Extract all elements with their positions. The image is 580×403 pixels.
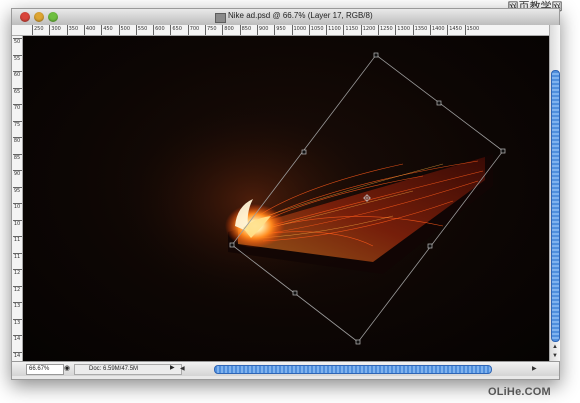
horizontal-scrollbar[interactable]: ◀ ▶ bbox=[180, 364, 544, 374]
ruler-tick-label: 850 bbox=[239, 25, 252, 35]
ruler-tick-label: 65 bbox=[13, 87, 22, 95]
ruler-tick-label: 11 bbox=[13, 252, 22, 260]
scroll-down-arrow-icon[interactable]: ▼ bbox=[551, 352, 559, 360]
ruler-tick-label: 75 bbox=[13, 120, 22, 128]
close-button[interactable] bbox=[20, 12, 30, 22]
status-bar: 66.67% ◉ Doc: 6.59M/47.5M ▶ ◀ ▶ bbox=[12, 361, 559, 376]
canvas-artwork bbox=[123, 52, 506, 345]
ruler-tick-label: 1100 bbox=[326, 25, 341, 35]
ruler-tick-label: 14 bbox=[13, 335, 22, 342]
ruler-tick-label: 1200 bbox=[360, 25, 376, 35]
ruler-tick-label: 1250 bbox=[378, 25, 393, 35]
ruler-tick-label: 13 bbox=[13, 302, 22, 309]
vertical-ruler[interactable]: 50 55 60 65 70 75 80 85 90 95 10 10 11 11 12 12 13 13 14 14 bbox=[12, 36, 23, 361]
document-canvas[interactable] bbox=[23, 36, 549, 361]
ruler-tick-label: 1500 bbox=[464, 25, 480, 35]
ruler-tick-label: 450 bbox=[101, 25, 113, 35]
ruler-tick-label: 85 bbox=[13, 153, 22, 161]
document-size-info[interactable]: Doc: 6.59M/47.5M bbox=[74, 364, 182, 375]
scroll-up-arrow-icon[interactable]: ▲ bbox=[551, 343, 559, 351]
ruler-tick-label: 1350 bbox=[412, 25, 428, 35]
ruler-tick-label: 11 bbox=[13, 236, 22, 243]
ruler-tick-label: 10 bbox=[13, 203, 22, 210]
ruler-tick-label: 950 bbox=[274, 25, 286, 35]
vertical-scroll-thumb[interactable] bbox=[551, 70, 560, 342]
ruler-tick-label: 400 bbox=[83, 25, 96, 35]
layer-preview-icon[interactable]: ◉ bbox=[64, 365, 70, 373]
ruler-tick-label: 1000 bbox=[291, 25, 307, 35]
ruler-tick-label: 600 bbox=[153, 25, 165, 35]
ruler-tick-label: 80 bbox=[13, 137, 22, 144]
ruler-tick-label: 14 bbox=[13, 351, 22, 359]
document-proxy-icon[interactable] bbox=[215, 13, 226, 23]
ruler-tick-label: 90 bbox=[13, 170, 22, 177]
ruler-tick-label: 12 bbox=[13, 285, 22, 293]
zoom-button[interactable] bbox=[48, 12, 58, 22]
ruler-tick-label: 1450 bbox=[447, 25, 462, 35]
ruler-tick-label: 60 bbox=[13, 71, 22, 78]
ruler-tick-label: 650 bbox=[170, 25, 182, 35]
zoom-level-field[interactable]: 66.67% bbox=[26, 364, 64, 375]
ruler-tick-label: 900 bbox=[256, 25, 269, 35]
horizontal-ruler[interactable]: 250 300 350 400 450 500 550 600 650 700 750 800 850 9… bbox=[22, 25, 549, 36]
ruler-tick-label: 250 bbox=[32, 25, 44, 35]
horizontal-scroll-thumb[interactable] bbox=[214, 365, 492, 374]
ruler-tick-label: 750 bbox=[205, 25, 217, 35]
title-bar[interactable]: Nike ad.psd @ 66.7% (Layer 17, RGB/8) bbox=[12, 9, 559, 26]
ruler-tick-label: 1300 bbox=[395, 25, 411, 35]
ruler-tick-label: 13 bbox=[13, 318, 22, 326]
ruler-tick-label: 50 bbox=[13, 38, 22, 45]
ruler-tick-label: 1050 bbox=[308, 25, 324, 35]
window-title: Nike ad.psd @ 66.7% (Layer 17, RGB/8) bbox=[228, 11, 373, 20]
ruler-tick-label: 350 bbox=[66, 25, 79, 35]
ruler-tick-label: 10 bbox=[13, 219, 22, 227]
ruler-tick-label: 12 bbox=[13, 269, 22, 276]
ruler-tick-label: 55 bbox=[13, 54, 22, 62]
ruler-tick-label: 300 bbox=[49, 25, 61, 35]
scroll-right-arrow-icon[interactable]: ▶ bbox=[532, 364, 540, 374]
ruler-tick-label: 700 bbox=[187, 25, 200, 35]
ruler-tick-label: 70 bbox=[13, 104, 22, 111]
ruler-tick-label: 500 bbox=[118, 25, 131, 35]
ruler-tick-label: 1150 bbox=[343, 25, 359, 35]
ruler-tick-label: 1400 bbox=[429, 25, 445, 35]
ruler-tick-label: 550 bbox=[135, 25, 148, 35]
ruler-tick-label: 95 bbox=[13, 186, 22, 194]
vertical-scrollbar[interactable]: ▲ ▼ bbox=[549, 25, 560, 361]
ruler-tick-label: 800 bbox=[222, 25, 234, 35]
triangle-right-icon[interactable]: ▶ bbox=[170, 364, 175, 373]
document-window: Nike ad.psd @ 66.7% (Layer 17, RGB/8) 25… bbox=[11, 8, 560, 380]
minimize-button[interactable] bbox=[34, 12, 44, 22]
scroll-left-arrow-icon[interactable]: ◀ bbox=[180, 364, 188, 374]
watermark-bottom: OLiHe.COM bbox=[488, 386, 551, 398]
